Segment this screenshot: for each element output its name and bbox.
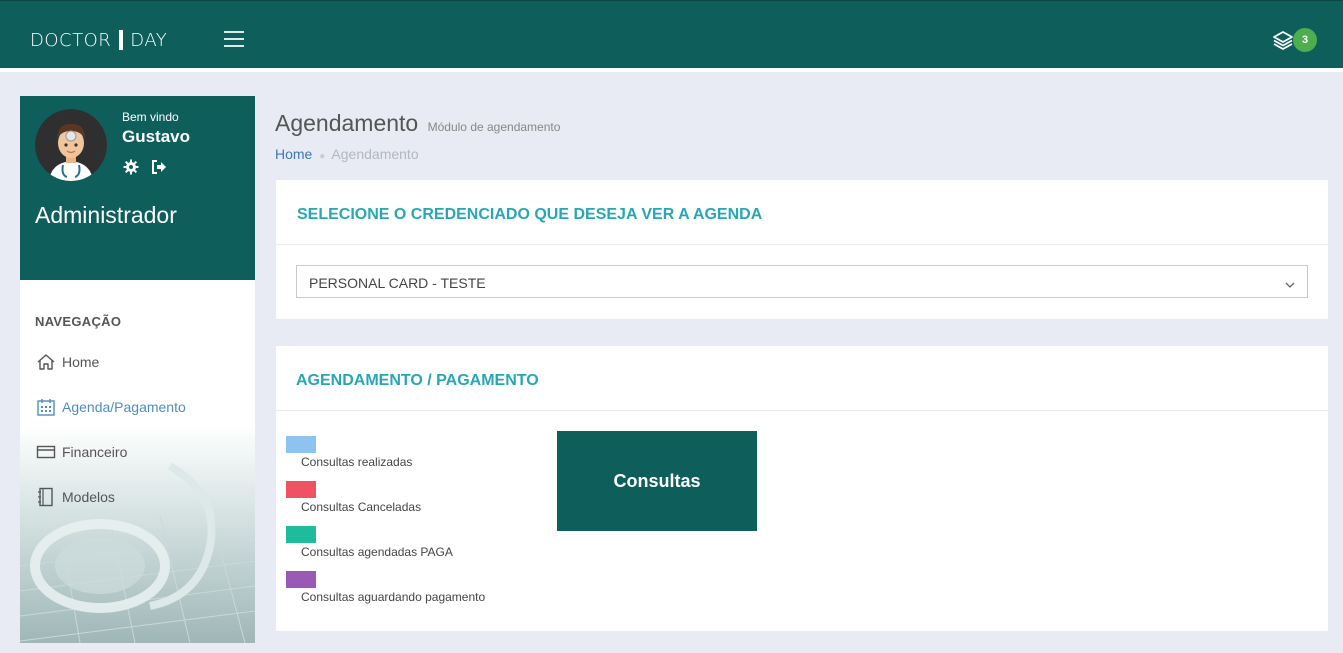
sidebar-item-financeiro[interactable]: Financeiro [35, 440, 127, 464]
menu-toggle-icon[interactable] [224, 31, 246, 47]
gear-icon[interactable] [123, 159, 139, 175]
consultas-button[interactable]: Consultas [557, 431, 757, 531]
sidebar-item-label: Modelos [62, 489, 115, 505]
credenciado-select[interactable]: PERSONAL CARD - TESTE [296, 265, 1308, 298]
legend-label-aguardando-pagamento: Consultas aguardando pagamento [301, 590, 486, 604]
notebook-icon [35, 487, 57, 507]
legend-label-realizadas: Consultas realizadas [301, 455, 413, 469]
agendamento-panel-title: AGENDAMENTO / PAGAMENTO [296, 372, 539, 389]
logo-day: DAY [130, 29, 168, 51]
user-name: Gustavo [122, 127, 191, 146]
top-bar: DOCTOR DAY 3 [0, 0, 1343, 72]
legend-label-canceladas: Consultas Canceladas [301, 500, 422, 514]
sidebar-item-agenda[interactable]: Agenda/Pagamento [35, 395, 186, 419]
legend-swatch-canceladas [286, 481, 316, 498]
sidebar-item-label: Financeiro [62, 444, 128, 460]
sidebar-item-label: Agenda/Pagamento [62, 399, 186, 415]
logout-icon[interactable] [151, 159, 167, 175]
legend-label-agendadas-paga: Consultas agendadas PAGA [301, 545, 453, 559]
breadcrumb-separator: ● [319, 151, 326, 162]
page-title-text: Agendamento [275, 110, 419, 136]
panel-header: AGENDAMENTO / PAGAMENTO [276, 346, 1328, 411]
sidebar-item-label: Home [62, 354, 100, 370]
breadcrumb: Home ● Agendamento [275, 146, 419, 162]
credenciado-panel-title: SELECIONE O CREDENCIADO QUE DESEJA VER A… [297, 206, 763, 223]
breadcrumb-current: Agendamento [331, 146, 419, 162]
user-role: Administrador [35, 202, 177, 228]
logo-divider [119, 30, 124, 50]
chevron-down-icon [1285, 277, 1295, 288]
logo[interactable]: DOCTOR DAY [30, 28, 167, 52]
home-icon [35, 352, 57, 372]
sidebar: Bem vindo Gustavo Administrador NAVEGAÇÃ… [20, 96, 255, 643]
page-subtitle: Módulo de agendamento [427, 120, 561, 134]
sidebar-item-home[interactable]: Home [35, 350, 99, 374]
breadcrumb-home-link[interactable]: Home [275, 146, 312, 162]
calendar-icon [35, 397, 57, 417]
credit-card-icon [35, 442, 57, 462]
credenciado-select-value: PERSONAL CARD - TESTE [309, 275, 486, 291]
navigation-title: NAVEGAÇÃO [35, 314, 122, 329]
credenciado-panel: SELECIONE O CREDENCIADO QUE DESEJA VER A… [276, 180, 1328, 319]
legend-swatch-realizadas [286, 436, 316, 453]
logo-doctor: DOCTOR [30, 29, 112, 51]
panel-header: SELECIONE O CREDENCIADO QUE DESEJA VER A… [276, 180, 1328, 245]
profile-card: Bem vindo Gustavo Administrador [20, 96, 255, 280]
notification-badge[interactable]: 3 [1293, 28, 1317, 52]
legend-swatch-aguardando-pagamento [286, 571, 316, 588]
agendamento-panel: AGENDAMENTO / PAGAMENTO Consultas realiz… [276, 346, 1328, 631]
sidebar-item-modelos[interactable]: Modelos [35, 485, 115, 509]
welcome-text: Bem vindo [122, 110, 179, 124]
avatar [35, 109, 107, 181]
legend-swatch-agendadas-paga [286, 526, 316, 543]
page-title: Agendamento Módulo de agendamento [275, 110, 560, 137]
